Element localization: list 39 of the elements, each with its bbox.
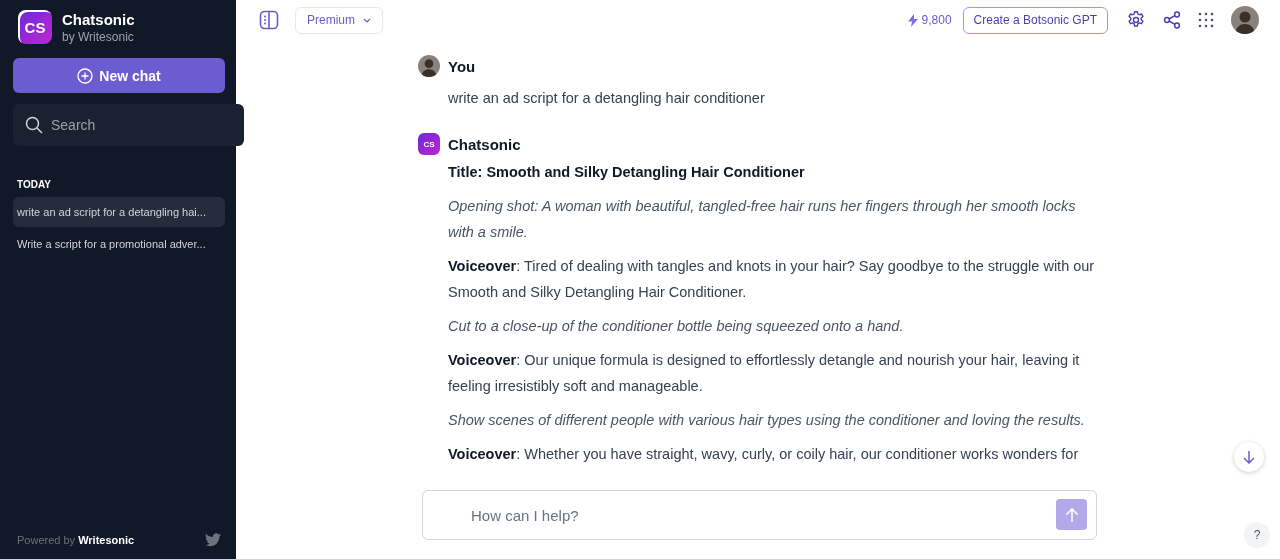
script-title: Title: Smooth and Silky Detangling Hair Conditioner (448, 163, 806, 182)
create-gpt-button[interactable]: Create a Botsonic GPT (962, 6, 1108, 34)
app-name: Chatsonic (62, 10, 135, 28)
stage-direction: Opening shot: A woman with beautiful, tangled-free hair runs her fingers through her smooth locks with a smile. (448, 197, 1077, 242)
plan-dropdown[interactable]: Premium (295, 6, 383, 34)
chat-history-item[interactable]: write an ad script for a detangling hai... (13, 197, 225, 227)
app-byline: by Writesonic (62, 29, 135, 44)
scroll-down-button[interactable] (1234, 442, 1264, 472)
user-avatar (418, 55, 440, 77)
message-text: Voiceover: Our unique formula is designed to effortlessly detangle and nourish your hair, leaving it feeling irresistibly soft and manageable. (448, 351, 1081, 396)
bot-avatar: CS (418, 133, 440, 155)
bird-icon[interactable] (205, 533, 221, 547)
plus-circle-icon (77, 67, 94, 84)
arrow-down-icon (1243, 450, 1255, 464)
message-text: write an ad script for a detangling hair conditioner (448, 89, 766, 108)
message-author: You (448, 57, 476, 75)
chevron-down-icon (363, 17, 371, 23)
section-heading: TODAY (17, 179, 52, 190)
search-field[interactable]: Search (13, 104, 244, 146)
powered-by-text: Powered by Writesonic (17, 534, 135, 546)
message-text: Voiceover: Whether you have straight, wavy, curly, or coily hair, our conditioner works wonders for (448, 445, 1080, 464)
app-logo: CS (18, 10, 52, 44)
message-input[interactable]: How can I help? (422, 490, 1097, 540)
settings-icon[interactable] (1126, 10, 1146, 30)
arrow-up-icon (1064, 506, 1079, 523)
credits-count: 9,800 (921, 13, 952, 27)
user-avatar[interactable] (1231, 6, 1259, 34)
share-icon[interactable] (1163, 11, 1181, 29)
new-chat-button[interactable]: New chat (13, 58, 225, 93)
apps-grid-icon[interactable] (1198, 12, 1214, 28)
stage-direction: Cut to a close-up of the conditioner bottle being squeezed onto a hand. (448, 317, 905, 336)
sidebar-toggle-icon[interactable] (259, 10, 279, 30)
stage-direction: Show scenes of different people with various hair types using the conditioner and loving the results. (448, 411, 1086, 430)
lightning-icon (907, 13, 918, 27)
message-author: Chatsonic (448, 135, 521, 153)
help-button[interactable]: ? (1244, 522, 1270, 548)
search-icon (25, 116, 43, 134)
message-text: Voiceover: Tired of dealing with tangles and knots in your hair? Say goodbye to the struggle with our Smooth and Silky Detangling Hair Conditioner. (448, 257, 1096, 302)
chat-history-item[interactable]: Write a script for a promotional adver... (13, 229, 225, 259)
